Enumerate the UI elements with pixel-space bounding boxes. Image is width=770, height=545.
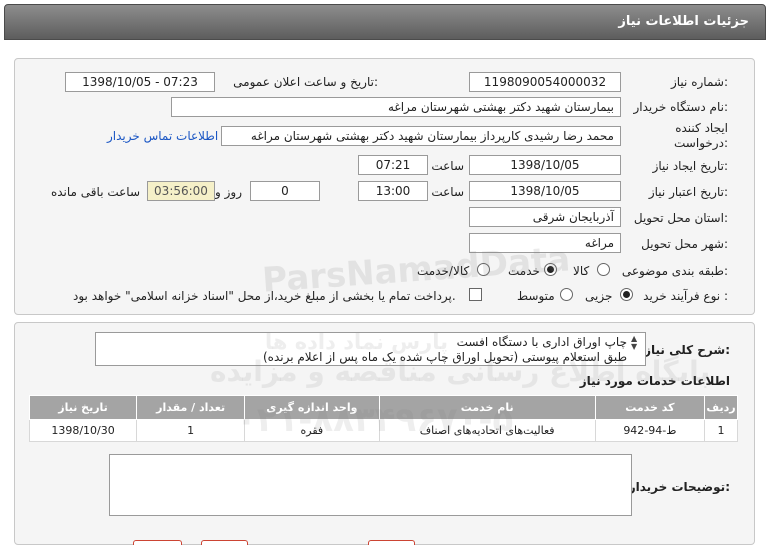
announce-datetime-label: تاریخ و ساعت اعلان عمومی: [233,75,378,89]
category-label: طبقه بندی موضوعی: [621,264,728,278]
services-title: اطلاعات خدمات مورد نیاز [579,374,730,388]
create-time-field: 07:21 [358,155,428,175]
days-label: روز و [215,185,242,199]
category-option-goods-service: کالا/خدمت [417,264,470,278]
col-code-header: کد خدمت [594,395,706,420]
category-option-goods: کالا [573,264,590,278]
province-field: آذربایجان شرقی [469,207,621,227]
treasury-payment-checkbox[interactable] [469,288,482,301]
process-option-medium: متوسط [517,289,555,303]
table-row: 1 ط-94-942 فعالیت‌های اتحادیه‌های اصناف … [28,419,738,442]
create-date-label: تاریخ ایجاد نیاز: [652,159,728,173]
window-title: جزئیات اطلاعات نیاز [618,14,749,29]
col-unit-header: واحد اندازه گیری [244,395,380,420]
general-desc-field[interactable]: چاپ اوراق اداری با دستگاه افست طبق استعل… [95,332,646,366]
action-button-right[interactable] [368,540,415,545]
valid-time-field: 13:00 [358,181,428,201]
need-number-field: 1198090054000032 [469,72,621,92]
days-field: 0 [250,181,320,201]
valid-time-label: ساعت [431,185,464,199]
process-radio-medium[interactable] [560,288,573,301]
col-qty-header: تعداد / مقدار [136,395,246,420]
process-radio-minor[interactable] [620,288,633,301]
buyer-notes-field[interactable] [109,454,632,516]
general-desc-line2: طبق استعلام پیوستی (تحویل اوراق چاپ شده … [262,350,627,364]
action-button-left[interactable] [133,540,182,545]
valid-date-label: تاریخ اعتبار نیاز: [648,185,728,199]
cell-service-name: فعالیت‌های اتحادیه‌های اصناف [378,419,596,442]
need-number-label: شماره نیاز: [670,75,728,89]
announce-datetime-field: 1398/10/05 - 07:23 [65,72,215,92]
cell-unit: فقره [244,419,380,442]
create-date-field: 1398/10/05 [469,155,621,175]
city-label: شهر محل تحویل: [641,237,728,251]
window-titlebar: جزئیات اطلاعات نیاز [4,4,766,40]
remaining-time-field: 03:56:00 [147,181,215,201]
cell-need-date: 1398/10/30 [28,419,138,442]
action-button-middle[interactable] [201,540,248,545]
process-label: نوع فرآیند خرید : [643,289,728,303]
buyer-contact-link[interactable]: اطلاعات تماس خریدار [107,129,218,143]
category-option-service: خدمت [508,264,540,278]
services-table-header: ردیف کد خدمت نام خدمت واحد اندازه گیری ت… [28,395,738,420]
buyer-notes-label: توضیحات خریدار: [628,480,730,494]
services-table: ردیف کد خدمت نام خدمت واحد اندازه گیری ت… [28,395,738,442]
province-label: استان محل تحویل: [633,211,728,225]
cell-row-number: 1 [704,419,738,442]
category-radio-service[interactable] [544,263,557,276]
cell-quantity: 1 [136,419,246,442]
create-time-label: ساعت [431,159,464,173]
category-radio-goods[interactable] [597,263,610,276]
creator-label-line2: درخواست: [674,136,728,150]
treasury-payment-note: پرداخت تمام یا بخشی از مبلغ خرید،از محل … [73,289,456,303]
process-option-minor: جزیی [585,289,613,303]
col-date-header: تاریخ نیاز [28,395,138,420]
creator-label-line1: ایجاد کننده [675,121,728,135]
need-details-panel: شرح کلی نیاز: چاپ اوراق اداری با دستگاه … [14,322,755,545]
general-desc-line1: چاپ اوراق اداری با دستگاه افست [456,335,627,349]
valid-date-field: 1398/10/05 [469,181,621,201]
creator-field: محمد رضا رشیدی کارپرداز بیمارستان شهید د… [221,126,621,146]
buyer-org-label: نام دستگاه خریدار: [633,100,729,114]
cell-service-code: ط-94-942 [594,419,706,442]
category-radio-goods-service[interactable] [477,263,490,276]
remaining-time-label: ساعت باقی مانده [50,185,140,199]
need-info-panel: شماره نیاز: 1198090054000032 تاریخ و ساع… [14,58,755,315]
col-name-header: نام خدمت [378,395,596,420]
desc-scroll-arrows-icon[interactable]: ▲ ▼ [631,335,637,351]
buyer-org-field: بیمارستان شهید دکتر بهشتی شهرستان مراغه [171,97,621,117]
city-field: مراغه [469,233,621,253]
general-desc-label: شرح کلی نیاز: [644,343,730,357]
col-row-header: ردیف [704,395,738,420]
